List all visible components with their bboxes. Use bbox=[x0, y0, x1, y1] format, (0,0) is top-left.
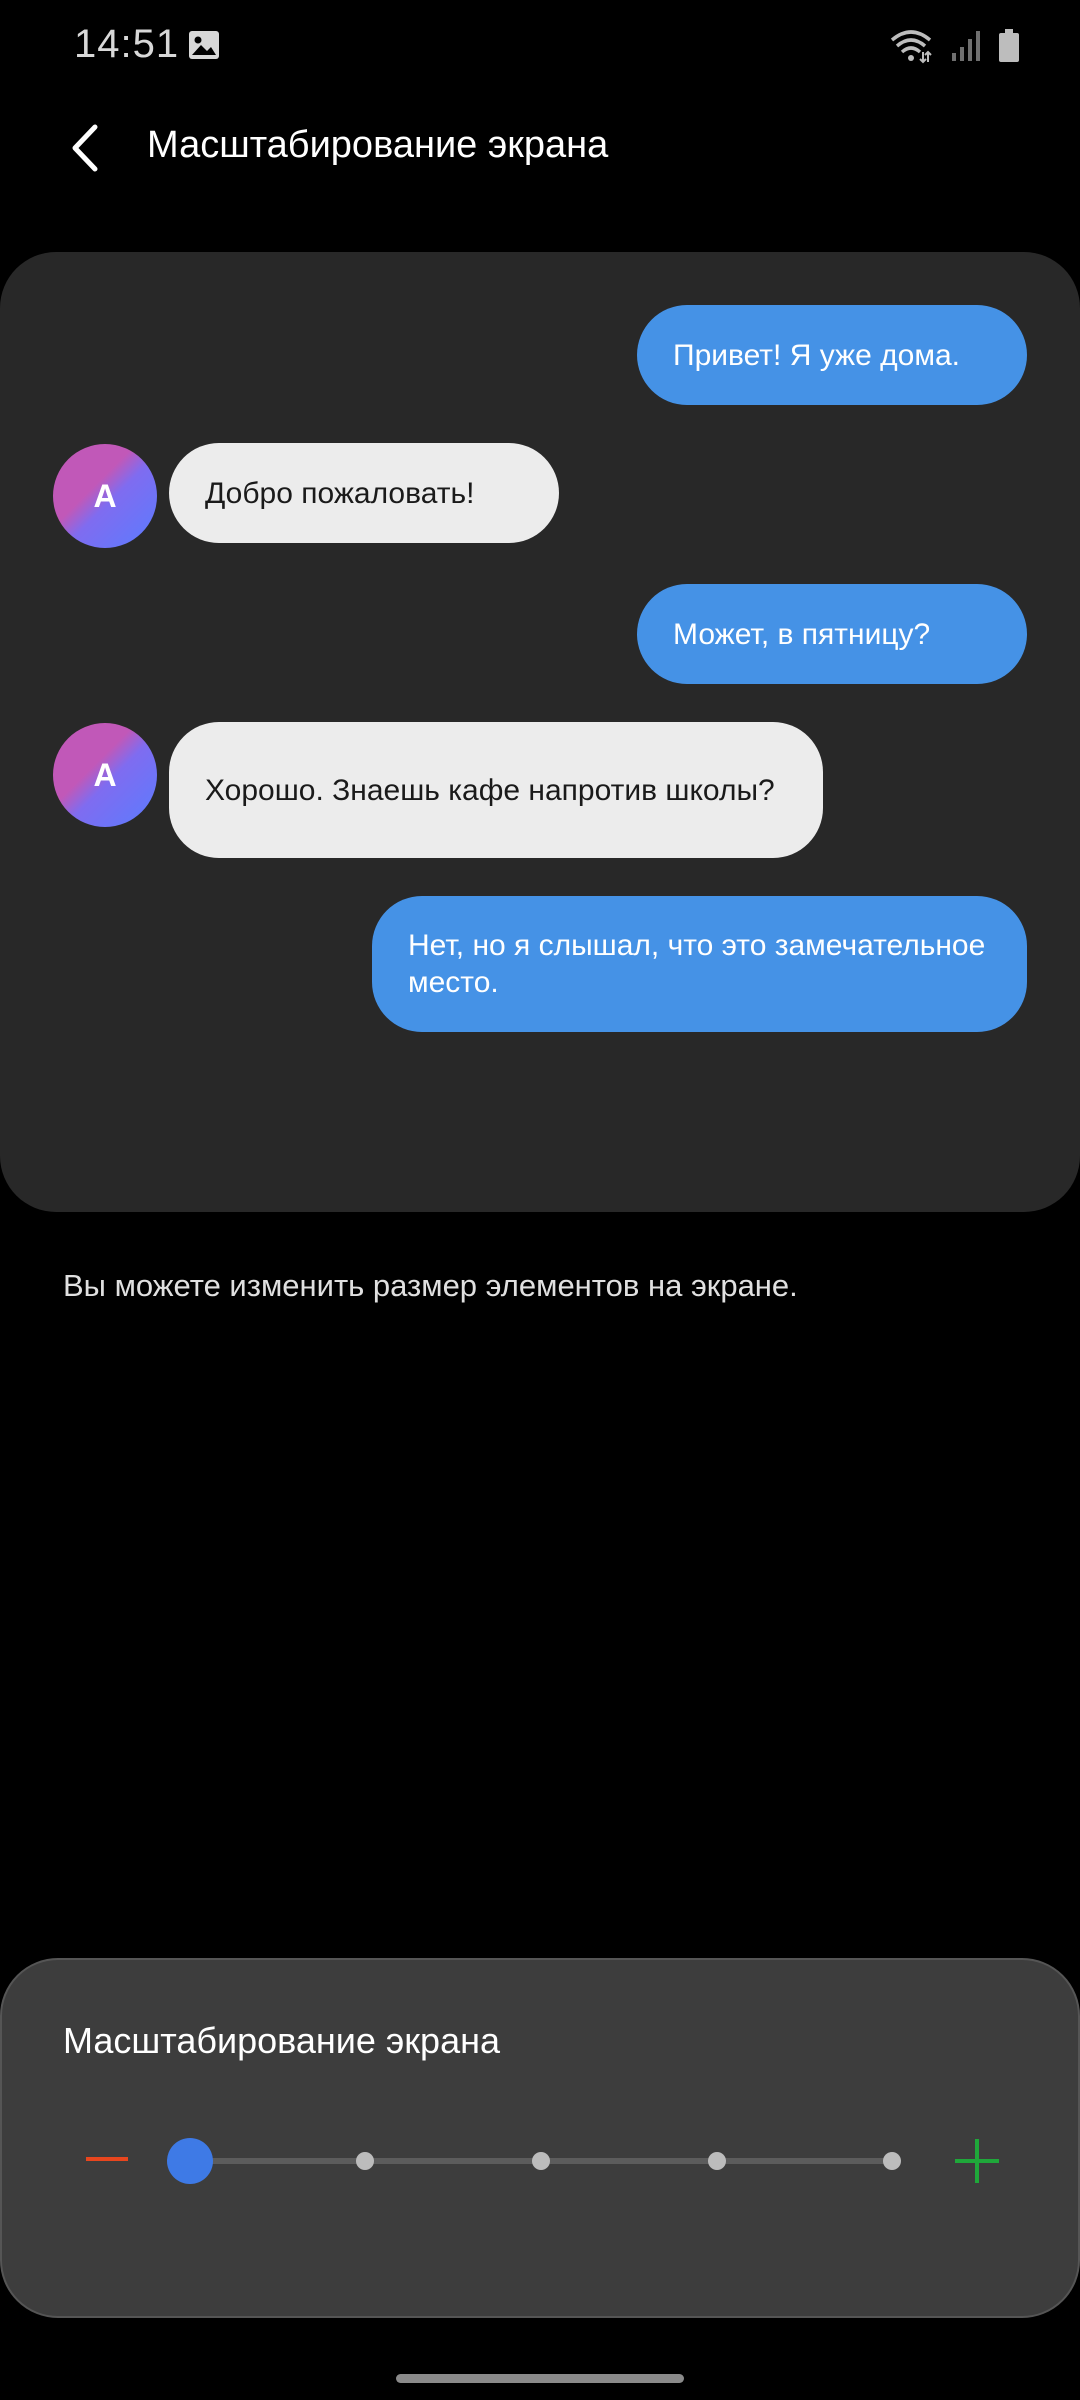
description-text: Вы можете изменить размер элементов на э… bbox=[63, 1268, 798, 1303]
gallery-icon bbox=[188, 30, 220, 60]
zoom-out-button[interactable] bbox=[72, 2130, 142, 2190]
avatar: A bbox=[53, 444, 157, 548]
app-bar: Масштабирование экрана bbox=[0, 100, 1080, 196]
zoom-in-button[interactable] bbox=[942, 2126, 1012, 2196]
back-button[interactable] bbox=[54, 118, 114, 178]
message-text: Привет! Я уже дома. bbox=[673, 338, 960, 372]
zoom-slider-tick[interactable] bbox=[708, 2152, 726, 2170]
chat-preview-card: Привет! Я уже дома. A Добро пожаловать! … bbox=[0, 252, 1080, 1212]
home-indicator[interactable] bbox=[396, 2374, 684, 2383]
battery-icon bbox=[998, 29, 1020, 63]
message-bubble-incoming: Хорошо. Знаешь кафе напротив школы? bbox=[169, 722, 823, 858]
zoom-slider-thumb[interactable] bbox=[167, 2138, 213, 2184]
avatar: A bbox=[53, 723, 157, 827]
message-bubble-outgoing: Нет, но я слышал, что это замечательное … bbox=[372, 896, 1027, 1032]
message-text: Хорошо. Знаешь кафе напротив школы? bbox=[205, 773, 775, 807]
message-text: Может, в пятницу? bbox=[673, 617, 931, 651]
zoom-panel: Масштабирование экрана bbox=[0, 1958, 1080, 2318]
avatar-initial: A bbox=[93, 756, 117, 793]
message-bubble-incoming: Добро пожаловать! bbox=[169, 443, 559, 543]
status-bar: 14:51 bbox=[0, 0, 1080, 96]
zoom-slider-tick[interactable] bbox=[883, 2152, 901, 2170]
page-title: Масштабирование экрана bbox=[147, 124, 609, 166]
signal-icon bbox=[950, 29, 980, 63]
message-text: Добро пожаловать! bbox=[205, 476, 475, 510]
message-text: Нет, но я слышал, что это замечательное … bbox=[408, 929, 986, 999]
message-bubble-outgoing: Может, в пятницу? bbox=[637, 584, 1027, 684]
avatar-initial: A bbox=[93, 477, 117, 514]
status-icons bbox=[890, 26, 1020, 66]
plus-icon bbox=[955, 2139, 999, 2183]
status-time: 14:51 bbox=[74, 22, 180, 66]
wifi-icon bbox=[890, 28, 932, 64]
screen: 14:51 Масштабирование экрана Привет! Я у… bbox=[0, 0, 1080, 2400]
message-bubble-outgoing: Привет! Я уже дома. bbox=[637, 305, 1027, 405]
zoom-slider-tick[interactable] bbox=[532, 2152, 550, 2170]
minus-icon bbox=[86, 2157, 128, 2161]
zoom-slider-tick[interactable] bbox=[356, 2152, 374, 2170]
zoom-panel-title: Масштабирование экрана bbox=[63, 2020, 500, 2061]
back-arrow-icon bbox=[72, 124, 98, 172]
